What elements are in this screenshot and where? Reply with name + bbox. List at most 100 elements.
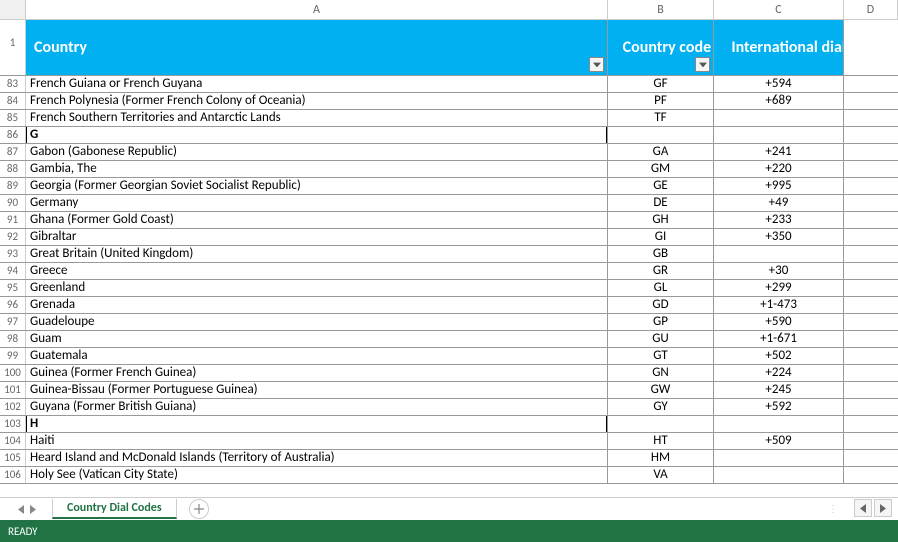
- row-header[interactable]: 97: [0, 314, 26, 330]
- cell-country-code[interactable]: GM: [608, 161, 714, 177]
- cell-country-code[interactable]: GW: [608, 382, 714, 398]
- cell-country-code[interactable]: [608, 127, 714, 143]
- row-header[interactable]: 102: [0, 399, 26, 415]
- cell-dialing[interactable]: +30: [714, 263, 844, 279]
- cell-country-code[interactable]: PF: [608, 93, 714, 109]
- cell-country-code[interactable]: GP: [608, 314, 714, 330]
- cell-empty[interactable]: [844, 212, 898, 228]
- cell-empty[interactable]: [844, 263, 898, 279]
- cell-dialing[interactable]: +689: [714, 93, 844, 109]
- cell-empty[interactable]: [844, 416, 898, 432]
- row-header[interactable]: 105: [0, 450, 26, 466]
- header-country-code[interactable]: Country code: [608, 20, 714, 75]
- cell-empty[interactable]: [844, 365, 898, 381]
- cell-country-code[interactable]: GD: [608, 297, 714, 313]
- row-header-1[interactable]: 1: [0, 20, 26, 75]
- cell-country[interactable]: French Southern Territories and Antarcti…: [26, 110, 608, 126]
- cell-dialing[interactable]: +509: [714, 433, 844, 449]
- cell-dialing[interactable]: [714, 246, 844, 262]
- row-header[interactable]: 83: [0, 76, 26, 92]
- cell-country[interactable]: Ghana (Former Gold Coast): [26, 212, 608, 228]
- cell-country[interactable]: Holy See (Vatican City State): [26, 467, 608, 483]
- cell-country-code[interactable]: VA: [608, 467, 714, 483]
- sheet-tab-active[interactable]: Country Dial Codes: [52, 499, 177, 519]
- header-country[interactable]: Country: [26, 20, 608, 75]
- cell-dialing[interactable]: [714, 127, 844, 143]
- cell-country[interactable]: Guinea-Bissau (Former Portuguese Guinea): [26, 382, 608, 398]
- column-header-D[interactable]: D: [844, 0, 898, 19]
- cell-dialing[interactable]: +590: [714, 314, 844, 330]
- cell-country-code[interactable]: GI: [608, 229, 714, 245]
- cell-dialing[interactable]: [714, 110, 844, 126]
- filter-button-code[interactable]: [695, 57, 710, 72]
- cell-country[interactable]: Guadeloupe: [26, 314, 608, 330]
- tab-nav-next[interactable]: [28, 502, 38, 516]
- cell-D1[interactable]: [844, 20, 898, 75]
- cell-dialing[interactable]: +1-473: [714, 297, 844, 313]
- row-header[interactable]: 89: [0, 178, 26, 194]
- cell-country-code[interactable]: GU: [608, 331, 714, 347]
- cell-dialing[interactable]: [714, 416, 844, 432]
- cell-country[interactable]: Grenada: [26, 297, 608, 313]
- add-sheet-button[interactable]: [189, 499, 209, 519]
- cell-empty[interactable]: [844, 399, 898, 415]
- scroll-right-button[interactable]: [874, 499, 892, 517]
- row-header[interactable]: 96: [0, 297, 26, 313]
- cell-empty[interactable]: [844, 144, 898, 160]
- cell-country-code[interactable]: HM: [608, 450, 714, 466]
- cell-country-code[interactable]: GL: [608, 280, 714, 296]
- cell-dialing[interactable]: [714, 450, 844, 466]
- row-header[interactable]: 92: [0, 229, 26, 245]
- cell-dialing[interactable]: +233: [714, 212, 844, 228]
- cell-dialing[interactable]: +350: [714, 229, 844, 245]
- cell-country-code[interactable]: DE: [608, 195, 714, 211]
- row-header[interactable]: 87: [0, 144, 26, 160]
- cell-country[interactable]: Haiti: [26, 433, 608, 449]
- cell-country[interactable]: H: [26, 416, 608, 432]
- cell-empty[interactable]: [844, 246, 898, 262]
- tab-nav-prev[interactable]: [16, 502, 26, 516]
- cell-country[interactable]: Guam: [26, 331, 608, 347]
- cell-country-code[interactable]: GN: [608, 365, 714, 381]
- cell-dialing[interactable]: +995: [714, 178, 844, 194]
- cell-country-code[interactable]: GT: [608, 348, 714, 364]
- cell-country-code[interactable]: HT: [608, 433, 714, 449]
- cell-country-code[interactable]: GB: [608, 246, 714, 262]
- header-dialing[interactable]: International dialing: [714, 20, 844, 75]
- cell-country-code[interactable]: GY: [608, 399, 714, 415]
- cell-country[interactable]: Gabon (Gabonese Republic): [26, 144, 608, 160]
- cell-empty[interactable]: [844, 450, 898, 466]
- cell-dialing[interactable]: +241: [714, 144, 844, 160]
- row-header[interactable]: 100: [0, 365, 26, 381]
- cell-country-code[interactable]: [608, 416, 714, 432]
- cell-country[interactable]: Guyana (Former British Guiana): [26, 399, 608, 415]
- cell-empty[interactable]: [844, 76, 898, 92]
- row-header[interactable]: 88: [0, 161, 26, 177]
- cell-empty[interactable]: [844, 433, 898, 449]
- column-header-B[interactable]: B: [608, 0, 714, 19]
- cell-dialing[interactable]: +1-671: [714, 331, 844, 347]
- cell-empty[interactable]: [844, 229, 898, 245]
- cell-dialing[interactable]: +245: [714, 382, 844, 398]
- cell-dialing[interactable]: +594: [714, 76, 844, 92]
- cell-dialing[interactable]: +224: [714, 365, 844, 381]
- column-header-A[interactable]: A: [26, 0, 608, 19]
- row-header[interactable]: 98: [0, 331, 26, 347]
- cell-empty[interactable]: [844, 314, 898, 330]
- row-header[interactable]: 103: [0, 416, 26, 432]
- cell-dialing[interactable]: +592: [714, 399, 844, 415]
- cell-empty[interactable]: [844, 161, 898, 177]
- cell-country[interactable]: French Polynesia (Former French Colony o…: [26, 93, 608, 109]
- cell-country[interactable]: Gibraltar: [26, 229, 608, 245]
- cell-dialing[interactable]: +502: [714, 348, 844, 364]
- cell-empty[interactable]: [844, 348, 898, 364]
- row-header[interactable]: 84: [0, 93, 26, 109]
- cell-empty[interactable]: [844, 280, 898, 296]
- row-header[interactable]: 99: [0, 348, 26, 364]
- row-header[interactable]: 91: [0, 212, 26, 228]
- cell-country[interactable]: Guinea (Former French Guinea): [26, 365, 608, 381]
- cell-dialing[interactable]: +220: [714, 161, 844, 177]
- cell-country-code[interactable]: GH: [608, 212, 714, 228]
- cell-country[interactable]: Greenland: [26, 280, 608, 296]
- cell-country[interactable]: G: [26, 127, 608, 143]
